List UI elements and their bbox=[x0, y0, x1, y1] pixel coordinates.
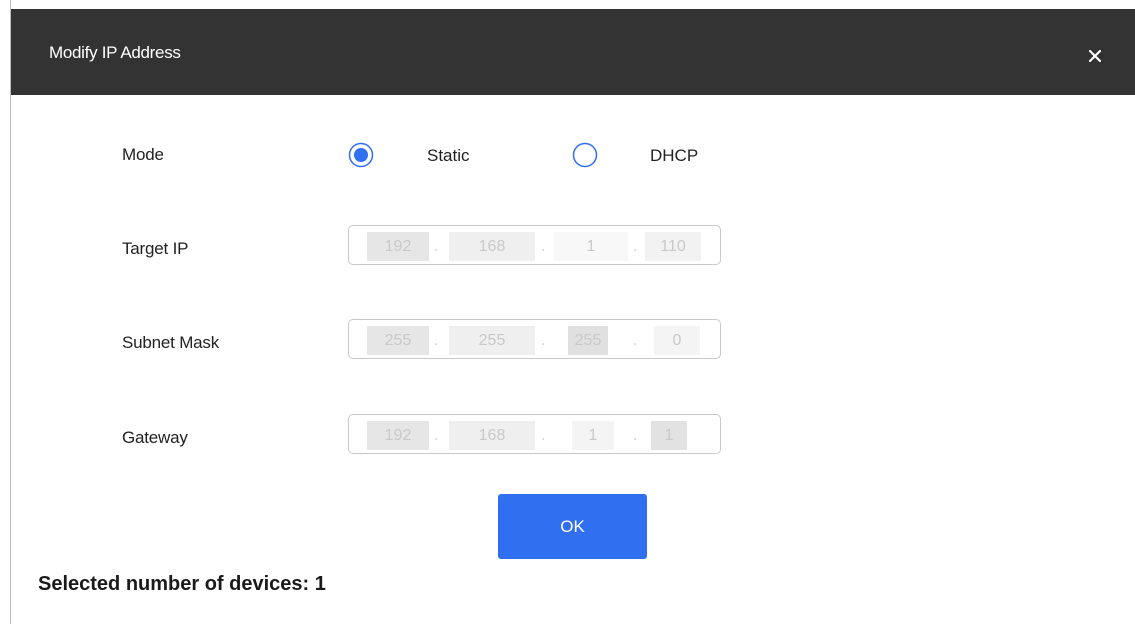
selected-devices-count: Selected number of devices: 1 bbox=[38, 573, 326, 595]
subnet-mask-label: Subnet Mask bbox=[122, 333, 220, 352]
ip-segment-1[interactable]: 192 bbox=[367, 421, 429, 450]
ip-separator: . bbox=[541, 427, 546, 444]
ip-separator: . bbox=[633, 238, 638, 255]
ip-segment-2[interactable]: 168 bbox=[449, 232, 535, 261]
ip-segment-1[interactable]: 192 bbox=[367, 232, 429, 261]
window-top-edge bbox=[0, 0, 1135, 9]
dialog-title: Modify IP Address bbox=[49, 43, 181, 62]
ip-separator: . bbox=[434, 427, 439, 444]
radio-unselected-icon bbox=[572, 142, 598, 168]
gateway-label: Gateway bbox=[122, 428, 188, 447]
target-ip-label: Target IP bbox=[122, 239, 189, 258]
ip-segment-3[interactable]: 1 bbox=[572, 421, 614, 450]
ip-separator: . bbox=[541, 238, 546, 255]
radio-static[interactable] bbox=[348, 142, 374, 168]
radio-dhcp-label[interactable]: DHCP bbox=[650, 146, 698, 166]
dialog-titlebar: Modify IP Address bbox=[11, 9, 1135, 95]
ip-segment-3[interactable]: 255 bbox=[568, 326, 608, 355]
ip-segment-2[interactable]: 168 bbox=[449, 421, 535, 450]
ip-separator: . bbox=[434, 238, 439, 255]
ip-segment-4[interactable]: 110 bbox=[645, 232, 701, 261]
subnet-mask-input[interactable]: 255 . 255 . 255 . 0 bbox=[348, 319, 721, 359]
gateway-input[interactable]: 192 . 168 . 1 . 1 bbox=[348, 414, 721, 454]
ip-separator: . bbox=[633, 332, 638, 349]
mode-label: Mode bbox=[122, 145, 164, 164]
ip-separator: . bbox=[434, 332, 439, 349]
ip-segment-1[interactable]: 255 bbox=[367, 326, 429, 355]
ip-segment-4[interactable]: 0 bbox=[654, 326, 700, 355]
ip-separator: . bbox=[541, 332, 546, 349]
ip-segment-2[interactable]: 255 bbox=[449, 326, 535, 355]
ok-button[interactable]: OK bbox=[498, 494, 647, 559]
radio-dhcp[interactable] bbox=[572, 142, 598, 168]
close-button[interactable] bbox=[1081, 42, 1109, 70]
close-icon bbox=[1088, 49, 1102, 63]
radio-selected-icon bbox=[348, 142, 374, 168]
target-ip-input[interactable]: 192 . 168 . 1 . 110 bbox=[348, 225, 721, 265]
window-left-edge bbox=[0, 0, 11, 624]
ip-segment-3[interactable]: 1 bbox=[554, 232, 628, 261]
ip-segment-4[interactable]: 1 bbox=[651, 421, 687, 450]
dialog-content: Mode Static DHCP Target IP 192 . 168 . 1… bbox=[11, 95, 1135, 624]
radio-static-label[interactable]: Static bbox=[427, 146, 470, 166]
ip-separator: . bbox=[633, 427, 638, 444]
